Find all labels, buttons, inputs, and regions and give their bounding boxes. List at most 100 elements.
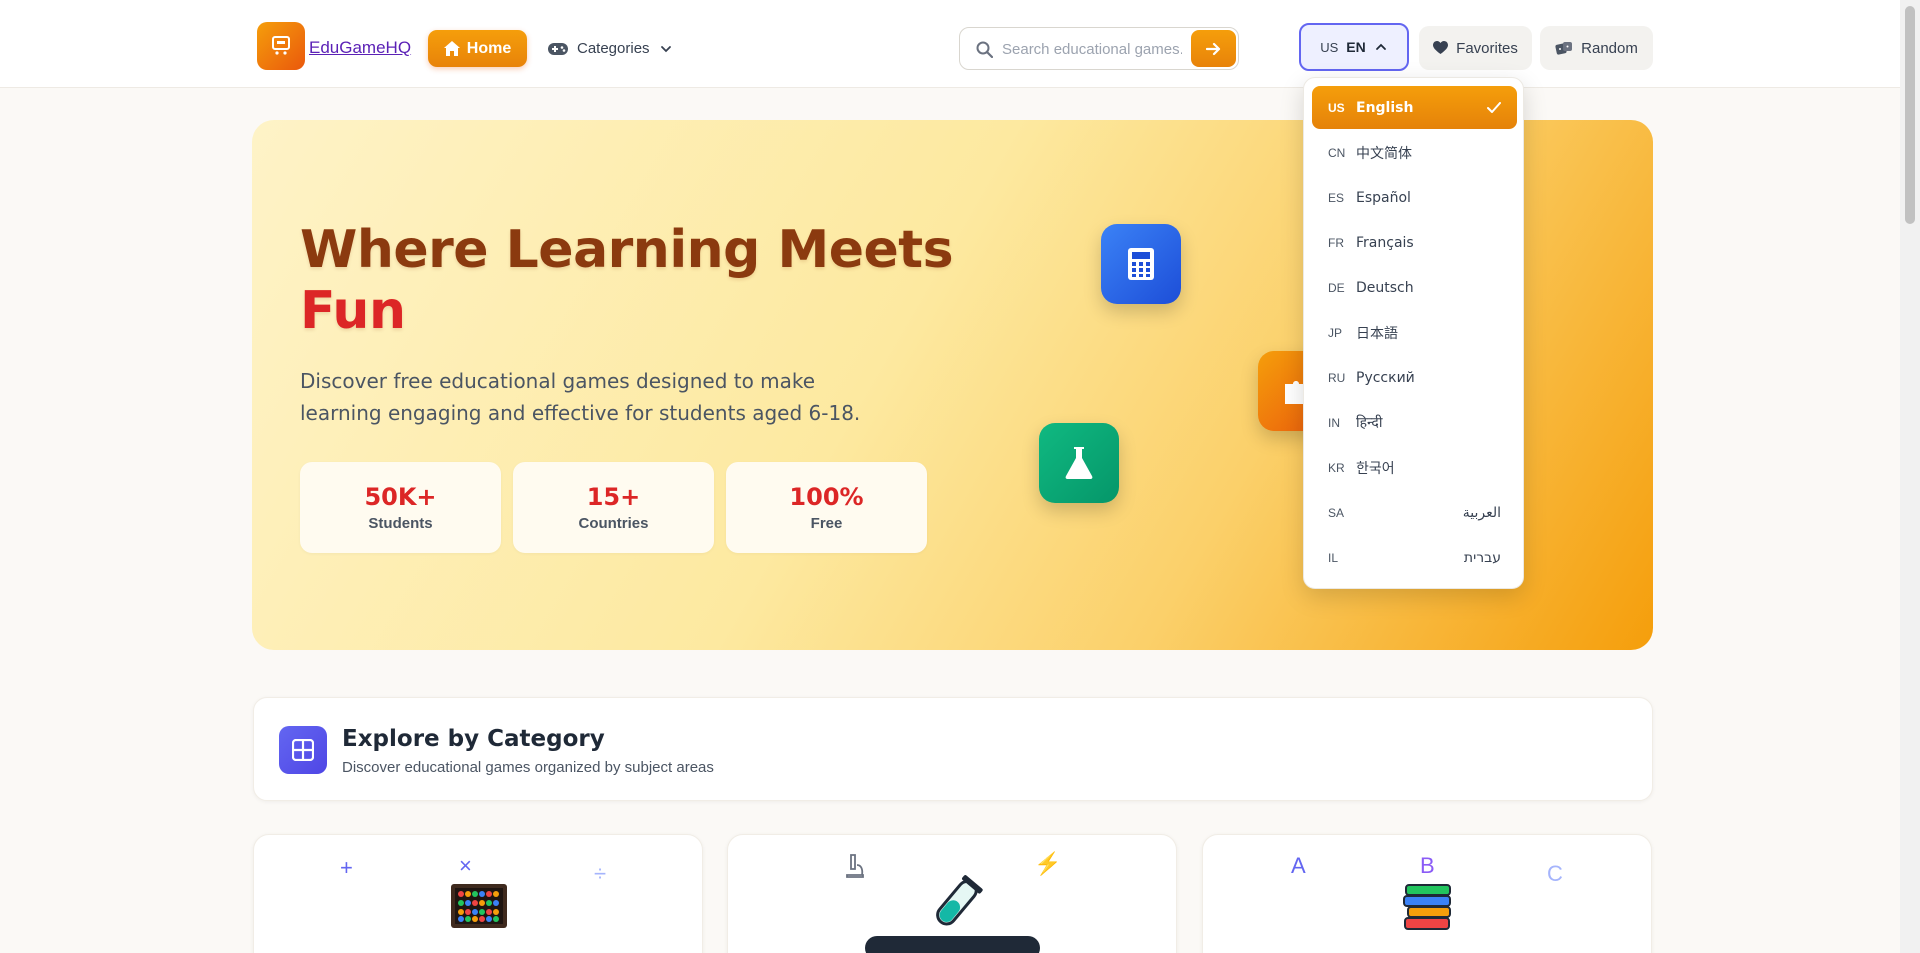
books-icon bbox=[1403, 884, 1451, 930]
option-language-name: Русский bbox=[1356, 369, 1415, 386]
option-country-code: CN bbox=[1328, 145, 1346, 160]
hero-title: Where Learning Meets Fun bbox=[300, 220, 954, 342]
letter-c: C bbox=[1547, 861, 1563, 886]
heart-icon bbox=[1433, 41, 1449, 54]
option-language-name: Français bbox=[1356, 234, 1414, 251]
logo-icon[interactable] bbox=[257, 22, 305, 70]
grid-glyph-icon bbox=[292, 739, 314, 761]
option-language-name: English bbox=[1356, 99, 1414, 116]
option-country-code: KR bbox=[1328, 460, 1345, 475]
plus-symbol: + bbox=[340, 855, 353, 880]
option-country-code: SA bbox=[1328, 505, 1345, 520]
language-selector-button[interactable]: US EN bbox=[1299, 23, 1409, 71]
search-submit-button[interactable] bbox=[1191, 30, 1236, 67]
letter-b: B bbox=[1420, 853, 1435, 878]
letter-a: A bbox=[1291, 853, 1306, 878]
language-option-korean[interactable]: KR 한국어 bbox=[1312, 446, 1517, 489]
lightning-symbol: ⚡ bbox=[1034, 851, 1062, 876]
option-language-name: 中文简体 bbox=[1356, 145, 1412, 162]
language-option-german[interactable]: DE Deutsch bbox=[1312, 266, 1517, 309]
hero-title-line: Where Learning Meets bbox=[300, 220, 954, 280]
logo-link[interactable]: EduGameHQ bbox=[309, 38, 411, 58]
gamepad-icon bbox=[548, 42, 568, 55]
arrow-right-icon bbox=[1206, 42, 1221, 55]
test-tube-icon bbox=[936, 875, 983, 926]
home-button[interactable]: Home bbox=[428, 30, 527, 67]
option-language-name: Español bbox=[1356, 189, 1411, 206]
favorites-button[interactable]: Favorites bbox=[1419, 26, 1532, 70]
grid-icon bbox=[279, 726, 327, 774]
stat-card: 15+ Countries bbox=[513, 462, 714, 553]
option-country-code: ES bbox=[1328, 190, 1345, 205]
option-country-code: RU bbox=[1328, 370, 1346, 385]
option-country-code: IN bbox=[1328, 415, 1340, 430]
language-country-code: US bbox=[1320, 39, 1339, 55]
language-option-french[interactable]: FR Français bbox=[1312, 221, 1517, 264]
language-dropdown-menu: US English CN 中文简体 ES Español FR Françai… bbox=[1303, 77, 1524, 589]
language-option-chinese[interactable]: CN 中文简体 bbox=[1312, 131, 1517, 174]
option-language-name: 한국어 bbox=[1356, 460, 1395, 477]
checkmark-icon bbox=[1487, 101, 1501, 113]
option-country-code: JP bbox=[1328, 325, 1343, 340]
language-option-spanish[interactable]: ES Español bbox=[1312, 176, 1517, 219]
option-language-name: עברית bbox=[1463, 549, 1501, 566]
stat-label: Countries bbox=[578, 515, 649, 532]
favorites-label: Favorites bbox=[1456, 39, 1518, 57]
language-option-hindi[interactable]: IN हिन्दी bbox=[1312, 401, 1517, 444]
category-card-language[interactable]: A B C bbox=[1202, 834, 1652, 953]
science-tile bbox=[1039, 423, 1119, 503]
language-option-japanese[interactable]: JP 日本語 bbox=[1312, 311, 1517, 354]
search-icon bbox=[976, 41, 993, 58]
hero-title-accent: Fun bbox=[300, 281, 406, 341]
chevron-down-icon bbox=[660, 45, 671, 52]
stat-label: Students bbox=[368, 515, 433, 532]
language-option-hebrew[interactable]: IL עברית bbox=[1312, 536, 1517, 579]
random-button[interactable]: Random bbox=[1540, 26, 1653, 70]
explore-category-section: Explore by Category Discover educational… bbox=[253, 697, 1653, 801]
divide-symbol: ÷ bbox=[594, 861, 607, 886]
page-scrollbar[interactable] bbox=[1900, 0, 1920, 953]
dice-icon bbox=[1555, 41, 1573, 55]
stat-value: 100% bbox=[789, 483, 864, 511]
option-country-code: IL bbox=[1328, 550, 1339, 565]
option-language-name: Deutsch bbox=[1356, 279, 1414, 296]
stat-label: Free bbox=[810, 515, 843, 532]
calculator-tile bbox=[1101, 224, 1181, 304]
abacus-icon bbox=[451, 884, 507, 928]
option-country-code: US bbox=[1328, 100, 1345, 115]
explore-title: Explore by Category bbox=[342, 726, 605, 752]
language-option-english[interactable]: US English bbox=[1312, 86, 1517, 129]
option-country-code: DE bbox=[1328, 280, 1345, 295]
explore-subtitle: Discover educational games organized by … bbox=[342, 759, 714, 776]
stat-value: 15+ bbox=[586, 483, 641, 511]
search-box bbox=[959, 27, 1239, 70]
hero-stats: 50K+ Students 15+ Countries 100% Free bbox=[300, 462, 927, 553]
search-input[interactable] bbox=[1002, 36, 1182, 62]
random-label: Random bbox=[1581, 39, 1638, 57]
language-code: EN bbox=[1346, 39, 1366, 55]
stat-card: 50K+ Students bbox=[300, 462, 501, 553]
scrollbar-thumb[interactable] bbox=[1905, 6, 1915, 224]
language-option-arabic[interactable]: SA العربية bbox=[1312, 491, 1517, 534]
home-icon bbox=[443, 41, 460, 56]
option-language-name: हिन्दी bbox=[1356, 415, 1383, 431]
option-language-name: العربية bbox=[1462, 504, 1501, 521]
language-option-russian[interactable]: RU Русский bbox=[1312, 356, 1517, 399]
category-card-math[interactable]: + × ÷ bbox=[253, 834, 703, 953]
times-symbol: × bbox=[459, 853, 472, 878]
top-navigation-bar: EduGameHQ Home Categories US EN bbox=[0, 0, 1900, 88]
categories-label: Categories bbox=[577, 40, 650, 57]
flask-icon bbox=[1065, 447, 1093, 479]
stat-value: 50K+ bbox=[364, 483, 437, 511]
science-shelf-shape bbox=[865, 936, 1040, 953]
hero-subtitle: Discover free educational games designed… bbox=[300, 369, 861, 425]
stat-card: 100% Free bbox=[726, 462, 927, 553]
categories-dropdown[interactable]: Categories bbox=[548, 30, 673, 67]
game-logo-icon bbox=[272, 36, 290, 55]
chevron-up-icon bbox=[1375, 43, 1386, 50]
option-country-code: FR bbox=[1328, 235, 1344, 250]
calculator-icon bbox=[1128, 248, 1154, 280]
category-card-science[interactable]: ⚡ bbox=[727, 834, 1177, 953]
option-language-name: 日本語 bbox=[1356, 325, 1398, 342]
microscope-icon bbox=[846, 854, 864, 878]
